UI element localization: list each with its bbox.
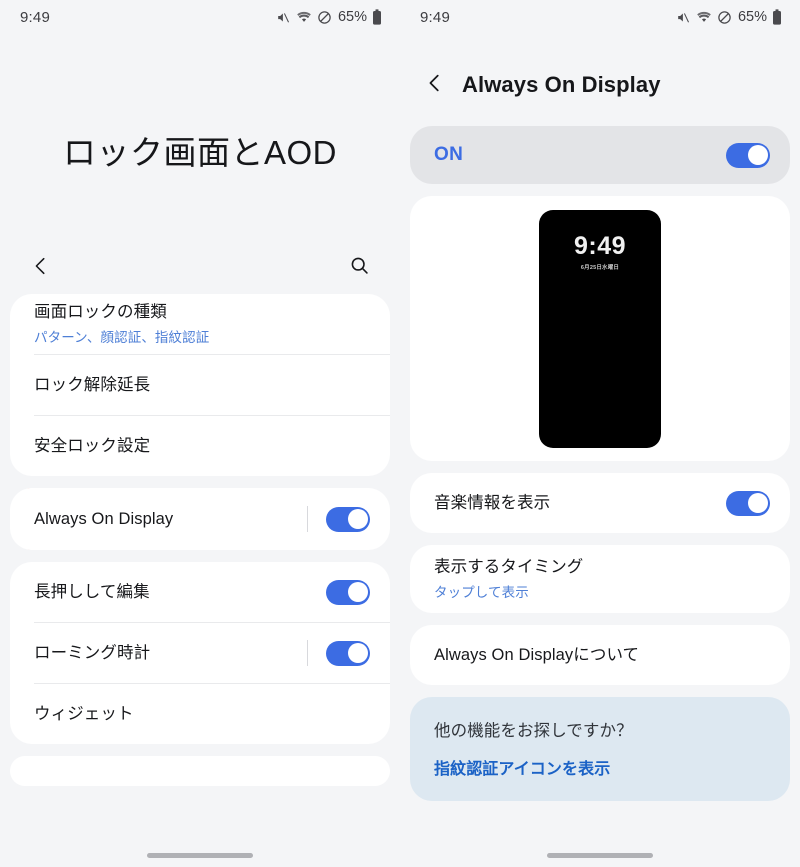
row-subtitle: タップして表示 (434, 584, 529, 600)
aod-preview-card[interactable]: 9:49 6月25日水曜日 (410, 196, 790, 461)
battery-icon (372, 9, 382, 25)
battery-percent-label: 65% (737, 9, 767, 25)
master-switch-label: ON (434, 144, 464, 165)
list-item[interactable]: Always On Displayについて (410, 625, 790, 685)
preview-clock: 9:49 (573, 231, 627, 260)
row-title: 表示するタイミング (434, 558, 584, 577)
row-title: ローミング時計 (34, 643, 151, 662)
roaming-clock-toggle[interactable] (326, 640, 370, 666)
status-bar-time: 9:49 (420, 8, 450, 26)
search-button[interactable] (342, 251, 376, 285)
gesture-bar[interactable] (0, 853, 400, 858)
status-bar: 9:49 65% (0, 0, 400, 34)
row-title: Always On Display (34, 509, 174, 528)
row-subtitle: パターン、顔認証、指紋認証 (34, 329, 210, 345)
left-screen-lockscreen-settings: 9:49 65% ロック画面とAOD 画面ロックの種類 パターン、顔認証、指紋認… (0, 0, 400, 867)
gesture-bar[interactable] (400, 853, 800, 858)
master-switch-toggle[interactable] (726, 142, 770, 168)
preview-date: 6月25日水曜日 (580, 264, 620, 271)
list-item[interactable]: ローミング時計 (10, 623, 390, 683)
dual-screenshot-compare: 9:49 65% ロック画面とAOD 画面ロックの種類 パターン、顔認証、指紋認… (0, 0, 800, 867)
settings-card-music-info: 音楽情報を表示 (410, 473, 790, 533)
toggle-separator (307, 640, 308, 666)
back-button[interactable] (418, 68, 452, 102)
always-on-display-toggle[interactable] (326, 506, 370, 532)
list-item[interactable]: 表示するタイミング タップして表示 (410, 545, 790, 613)
list-item[interactable]: 音楽情報を表示 (410, 473, 790, 533)
toolbar (0, 242, 400, 294)
list-item[interactable]: 長押しして編集 (10, 562, 390, 622)
settings-card-lock-group: 画面ロックの種類 パターン、顔認証、指紋認証 ロック解除延長 安全ロック設定 (10, 294, 390, 476)
status-bar-icons: 65% (276, 9, 382, 25)
chevron-left-icon (424, 72, 446, 99)
settings-card-display-timing: 表示するタイミング タップして表示 (410, 545, 790, 613)
info-card-link[interactable]: 指紋認証アイコンを表示 (434, 755, 766, 779)
do-not-disturb-icon (317, 10, 332, 25)
list-item[interactable]: ウィジェット (10, 684, 390, 744)
settings-card-always-on-display: Always On Display (10, 488, 390, 550)
page-title: ロック画面とAOD (62, 134, 337, 171)
row-title: 画面ロックの種類 (34, 303, 167, 322)
list-item[interactable]: 画面ロックの種類 パターン、顔認証、指紋認証 (10, 294, 390, 354)
phone-preview: 9:49 6月25日水曜日 (539, 209, 661, 448)
chevron-left-icon (30, 255, 52, 282)
master-switch-row[interactable]: ON (410, 126, 790, 184)
list-item[interactable]: 安全ロック設定 (10, 416, 390, 476)
settings-card-about-aod: Always On Displayについて (410, 625, 790, 685)
status-bar-icons: 65% (676, 9, 782, 25)
battery-icon (772, 9, 782, 25)
settings-card-partial-next (10, 756, 390, 786)
row-title: 安全ロック設定 (34, 436, 151, 455)
search-icon (349, 255, 370, 281)
long-press-edit-toggle[interactable] (326, 579, 370, 605)
list-item[interactable]: ロック解除延長 (10, 355, 390, 415)
page-title: Always On Display (462, 72, 661, 97)
toggle-separator (307, 506, 308, 532)
settings-card-misc-group: 長押しして編集 ローミング時計 ウィジェット (10, 562, 390, 744)
wifi-icon (296, 10, 312, 24)
status-bar: 9:49 65% (400, 0, 800, 34)
status-bar-time: 9:49 (20, 8, 50, 26)
row-title: 音楽情報を表示 (434, 493, 551, 512)
looking-for-more-card: 他の機能をお探しですか？ 指紋認証アイコンを表示 (410, 697, 790, 801)
page-header: Always On Display (400, 56, 800, 114)
list-item-always-on-display[interactable]: Always On Display (10, 488, 390, 550)
right-screen-always-on-display: 9:49 65% Always On Display ON 9:49 6月25日… (400, 0, 800, 867)
row-title: ロック解除延長 (34, 375, 151, 394)
mute-icon (276, 10, 291, 25)
info-card-title: 他の機能をお探しですか？ (434, 722, 633, 740)
row-title: 長押しして編集 (34, 582, 150, 601)
back-button[interactable] (24, 251, 58, 285)
row-title: Always On Displayについて (434, 645, 640, 664)
wifi-icon (696, 10, 712, 24)
show-music-info-toggle[interactable] (726, 490, 770, 516)
do-not-disturb-icon (717, 10, 732, 25)
row-title: ウィジェット (34, 704, 134, 723)
mute-icon (676, 10, 691, 25)
battery-percent-label: 65% (337, 9, 367, 25)
